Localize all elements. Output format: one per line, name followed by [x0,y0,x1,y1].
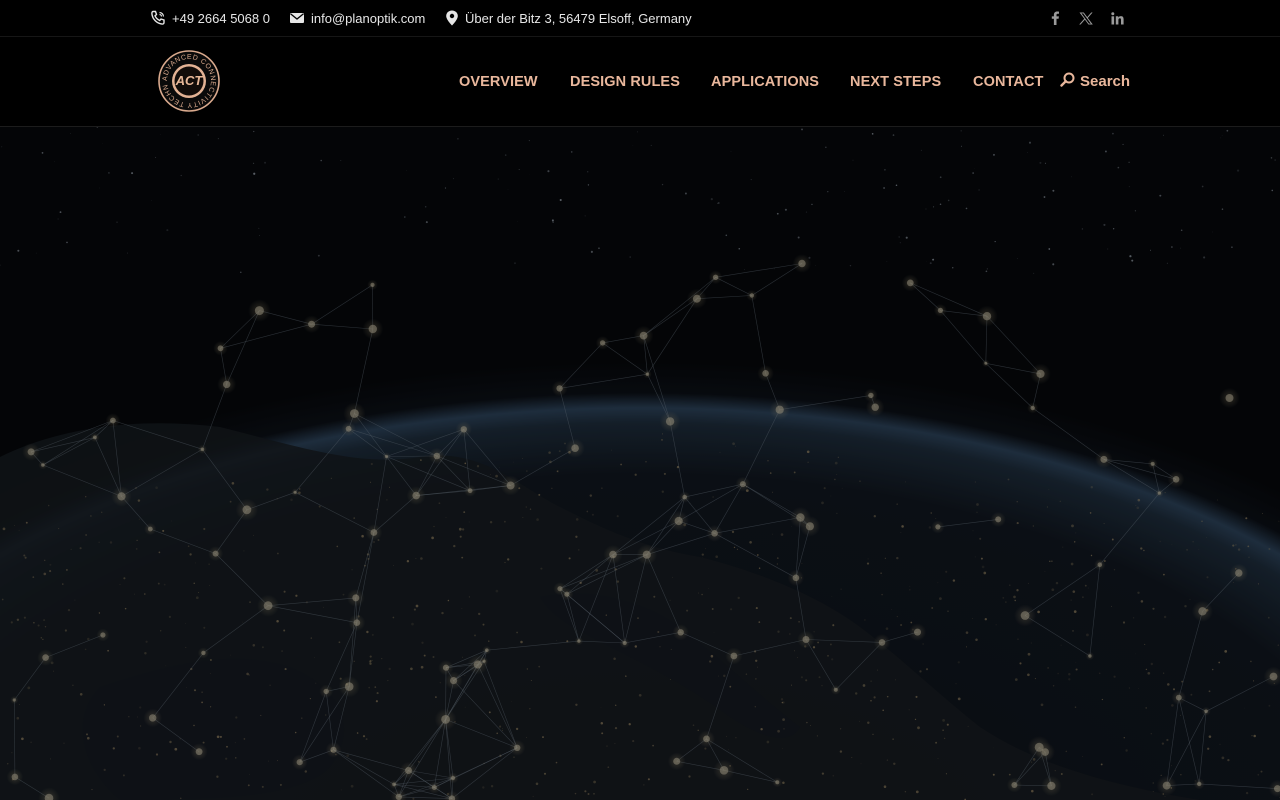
location-pin-icon [445,10,459,26]
facebook-icon[interactable] [1044,0,1066,36]
nav-applications[interactable]: APPLICATIONS [711,37,819,126]
page: +49 2664 5068 0 info@planoptik.com Über … [0,0,1280,800]
nav-overview[interactable]: OVERVIEW [459,37,538,126]
main-header: ADVANCED CONNECTIVITY TECHNOLOGY • ACT O… [0,37,1280,127]
x-twitter-icon[interactable] [1075,0,1097,36]
address-contact[interactable]: Über der Bitz 3, 56479 Elsoff, Germany [445,0,692,36]
linkedin-icon[interactable] [1106,0,1128,36]
search-button[interactable]: Search [1060,37,1130,126]
svg-text:ACT: ACT [175,73,204,88]
act-logo[interactable]: ADVANCED CONNECTIVITY TECHNOLOGY • ACT [155,45,220,112]
phone-icon [150,10,166,26]
nav-design-rules[interactable]: DESIGN RULES [570,37,680,126]
email-address: info@planoptik.com [311,10,426,26]
top-info-bar: +49 2664 5068 0 info@planoptik.com Über … [0,0,1280,37]
address-text: Über der Bitz 3, 56479 Elsoff, Germany [465,10,692,26]
hero-earth-network-image [0,127,1280,800]
nav-next-steps[interactable]: NEXT STEPS [850,37,941,126]
email-contact[interactable]: info@planoptik.com [289,0,425,36]
search-icon [1060,72,1075,91]
search-label: Search [1080,73,1131,90]
nav-contact[interactable]: CONTACT [973,37,1044,126]
mail-icon [289,10,305,26]
phone-contact[interactable]: +49 2664 5068 0 [150,0,270,36]
phone-number: +49 2664 5068 0 [172,10,270,26]
